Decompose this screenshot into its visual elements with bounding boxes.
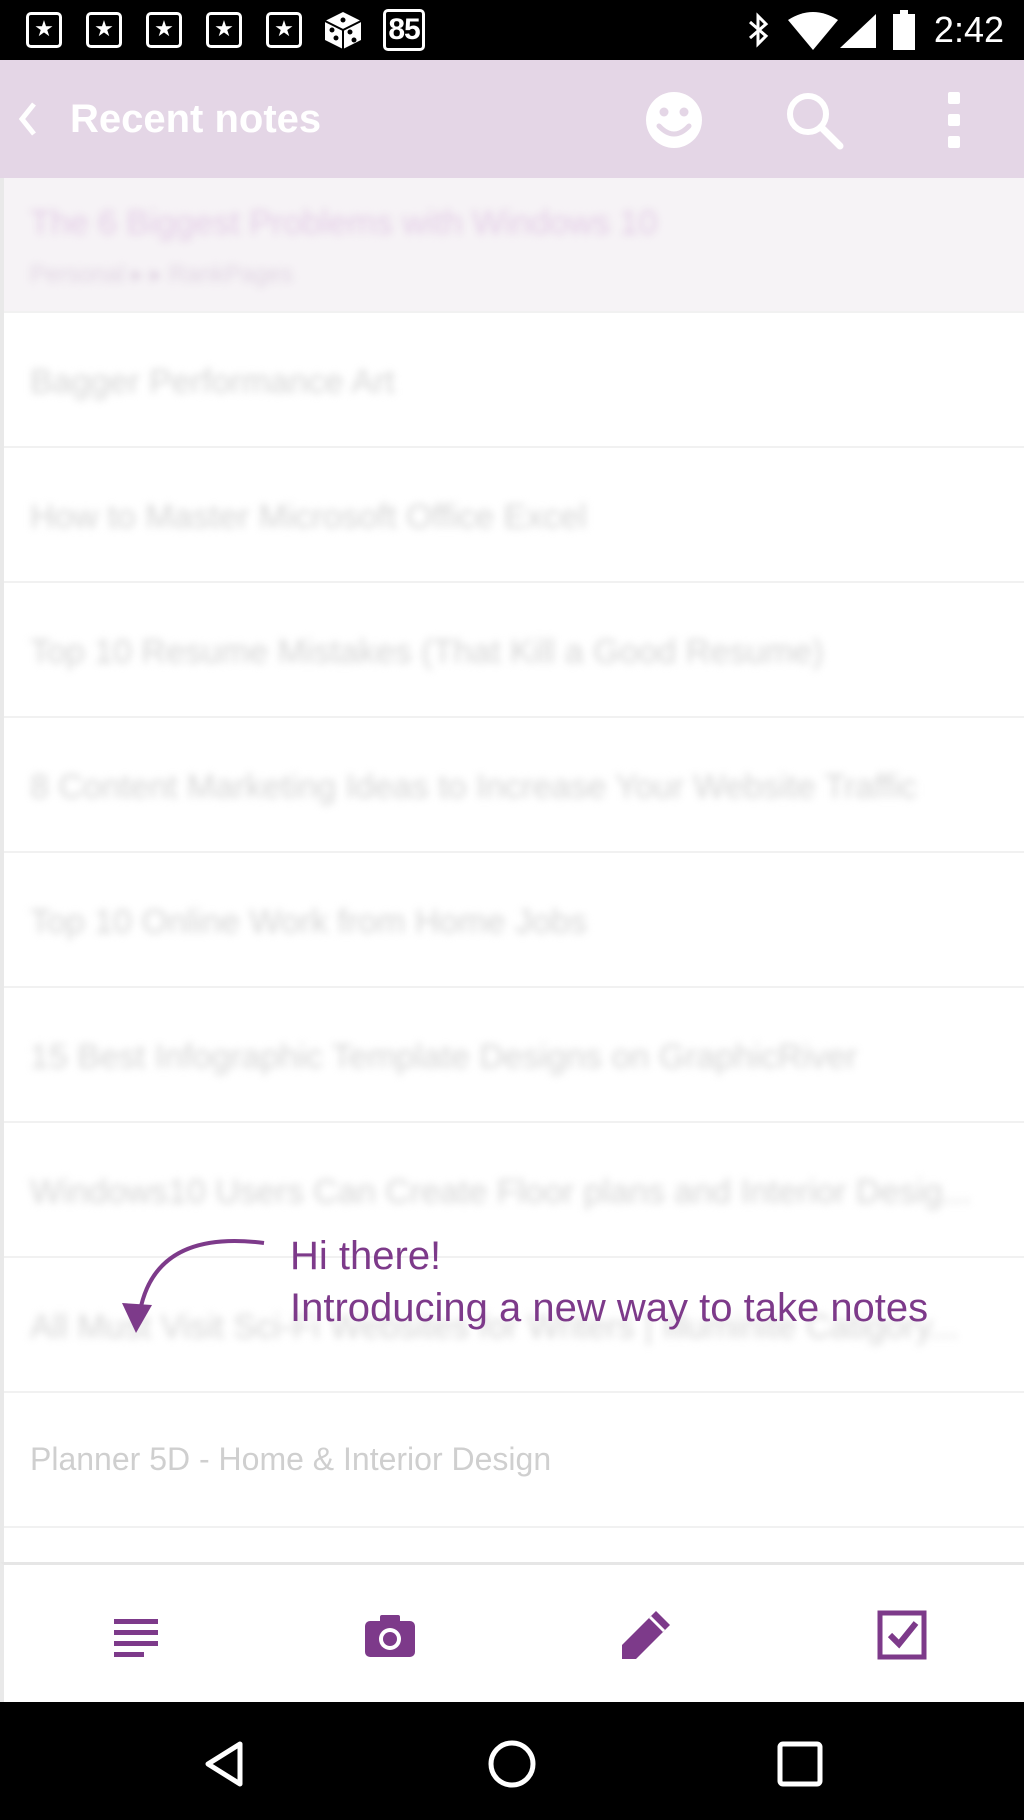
bookmark-star-notification-icon: ★ (86, 12, 122, 48)
battery-icon (893, 10, 915, 50)
dice-icon (324, 12, 362, 49)
status-bar: ★ ★ ★ ★ ★ 85 2:42 (0, 0, 1024, 60)
back-nav-icon[interactable] (200, 1738, 252, 1790)
curved-arrow-icon (122, 1238, 265, 1333)
note-title: Top 10 Resume Mistakes (That Kill a Good… (30, 633, 824, 671)
back-arrow-icon[interactable] (12, 94, 42, 144)
note-item[interactable]: The 6 Biggest Problems with Windows 10 P… (4, 178, 1024, 313)
note-title: 15 Best Infographic Template Designs on … (30, 1038, 858, 1076)
page-title: Recent notes (70, 97, 322, 141)
feedback-smiley-icon[interactable] (642, 88, 706, 152)
search-icon[interactable] (782, 88, 846, 152)
bookmark-star-notification-icon: ★ (26, 12, 62, 48)
note-location: Personal ▸ ▸ RankPages (30, 261, 293, 288)
note-title: Top 10 Online Work from Home Jobs (30, 903, 587, 941)
note-title: Windows10 Users Can Create Floor plans a… (30, 1173, 972, 1211)
notes-content: The 6 Biggest Problems with Windows 10 P… (0, 178, 1024, 1562)
bookmark-star-notification-icon: ★ (266, 12, 302, 48)
note-title: Planner 5D - Home & Interior Design (30, 1441, 552, 1477)
wifi-icon (788, 12, 838, 50)
camera-icon[interactable] (360, 1605, 420, 1665)
onboarding-tip: Hi there! Introducing a new way to take … (290, 1230, 928, 1334)
bookmark-star-notification-icon: ★ (146, 12, 182, 48)
note-title: 8 Content Marketing Ideas to Increase Yo… (30, 768, 918, 806)
note-item[interactable]: 8 Content Marketing Ideas to Increase Yo… (4, 718, 1024, 853)
text-note-icon[interactable] (106, 1605, 166, 1665)
note-title: How to Master Microsoft Office Excel (30, 498, 587, 536)
note-item[interactable]: Top 10 Resume Mistakes (That Kill a Good… (4, 583, 1024, 718)
new-note-action-bar (0, 1562, 1024, 1702)
bluetooth-icon (749, 12, 769, 48)
note-item[interactable]: Bagger Performance Art (4, 313, 1024, 448)
tip-greeting: Hi there! (290, 1234, 442, 1278)
recent-apps-nav-icon[interactable] (774, 1738, 826, 1790)
note-title: The 6 Biggest Problems with Windows 10 (30, 204, 658, 242)
note-item[interactable]: Planner 5D - Home & Interior Design (4, 1393, 1024, 1528)
app-header: Recent notes (0, 60, 1024, 178)
more-options-icon[interactable] (922, 88, 986, 152)
note-item[interactable]: Top 10 Online Work from Home Jobs (4, 853, 1024, 988)
clock: 2:42 (933, 9, 1004, 50)
checkbox-list-icon[interactable] (872, 1605, 932, 1665)
note-item[interactable]: 15 Best Infographic Template Designs on … (4, 988, 1024, 1123)
bookmark-star-notification-icon: ★ (206, 12, 242, 48)
tip-message: Introducing a new way to take notes (290, 1286, 929, 1330)
notification-count-badge: 85 (383, 9, 425, 51)
system-navigation-bar (0, 1702, 1024, 1820)
cellular-signal-icon (840, 14, 876, 48)
home-nav-icon[interactable] (486, 1738, 538, 1790)
note-title: Bagger Performance Art (30, 363, 395, 401)
note-item[interactable]: How to Master Microsoft Office Excel (4, 448, 1024, 583)
pencil-icon[interactable] (616, 1605, 676, 1665)
